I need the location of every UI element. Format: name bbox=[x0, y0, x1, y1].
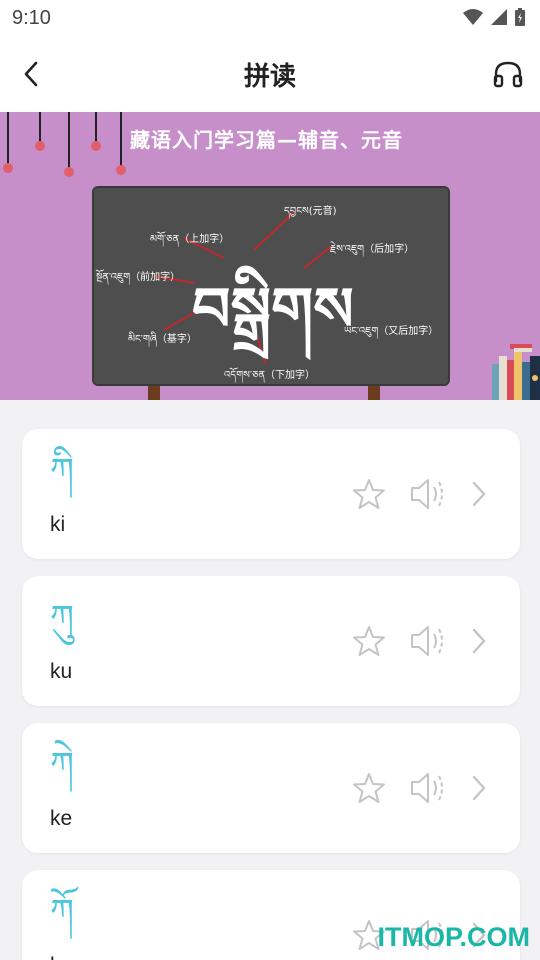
status-bar: 9:10 bbox=[0, 0, 540, 36]
wifi-icon bbox=[463, 9, 483, 25]
syllable-list: ཀི ki ཀུ ku ཀེ ke ཀོ ko bbox=[0, 400, 540, 960]
star-outline-icon[interactable] bbox=[352, 771, 386, 805]
label-head: མགོ་ཅན（上加字） bbox=[150, 234, 230, 245]
signal-icon bbox=[491, 9, 507, 25]
label-prefix: སྔོན་འཇུག（前加字） bbox=[96, 272, 181, 283]
label-vowel: དབྱངས(元音) bbox=[284, 206, 337, 217]
syllable-roman: ku bbox=[50, 660, 73, 683]
speaker-icon[interactable] bbox=[408, 769, 446, 807]
syllable-tibetan: ཀི bbox=[50, 451, 74, 491]
list-item[interactable]: ཀི ki bbox=[22, 429, 520, 559]
chevron-right-icon[interactable] bbox=[468, 479, 490, 509]
syllable-tibetan: ཀུ bbox=[50, 598, 74, 638]
status-time: 9:10 bbox=[12, 7, 51, 29]
headphones-icon bbox=[493, 61, 523, 88]
chevron-right-icon[interactable] bbox=[468, 626, 490, 656]
books-illustration bbox=[492, 344, 540, 400]
chevron-right-icon[interactable] bbox=[468, 773, 490, 803]
watermark: ITMOP.COM bbox=[377, 922, 530, 952]
star-outline-icon[interactable] bbox=[352, 477, 386, 511]
page-title: 拼读 bbox=[243, 62, 296, 92]
banner[interactable]: 藏语入门学习篇—辅音、元音 བསྒྲིགས དབྱངས(元音) མགོ་ཅན（上… bbox=[0, 112, 540, 400]
syllable-roman: ke bbox=[50, 807, 73, 830]
label-suffix: རྗེས་འཇུག（后加字） bbox=[330, 244, 415, 255]
syllable-roman: ki bbox=[50, 513, 66, 536]
syllable-tibetan: ཀོ bbox=[50, 892, 74, 932]
banner-title: 藏语入门学习篇—辅音、元音 bbox=[130, 128, 403, 152]
syllable-tibetan: ཀེ bbox=[50, 745, 74, 785]
list-item[interactable]: ཀུ ku bbox=[22, 576, 520, 706]
syllable-roman: ko bbox=[50, 954, 72, 960]
label-postsuffix: ཡང་འཇུག（又后加字） bbox=[344, 326, 439, 337]
app-bar: 拼读 bbox=[0, 36, 540, 112]
status-icons bbox=[462, 7, 526, 27]
speaker-icon[interactable] bbox=[408, 475, 446, 513]
list-item[interactable]: ཀེ ke bbox=[22, 723, 520, 853]
chalkboard: བསྒྲིགས དབྱངས(元音) མགོ་ཅན（上加字） རྗེས་འཇུག（… bbox=[92, 186, 450, 386]
battery-icon bbox=[515, 8, 525, 26]
label-root: མིང་གཞི（基字） bbox=[128, 334, 197, 345]
audio-button[interactable] bbox=[490, 56, 526, 92]
star-outline-icon[interactable] bbox=[352, 624, 386, 658]
speaker-icon[interactable] bbox=[408, 622, 446, 660]
hanging-lights bbox=[3, 112, 126, 177]
label-subjoined: འདོགས་ཅན（下加字） bbox=[224, 370, 316, 381]
